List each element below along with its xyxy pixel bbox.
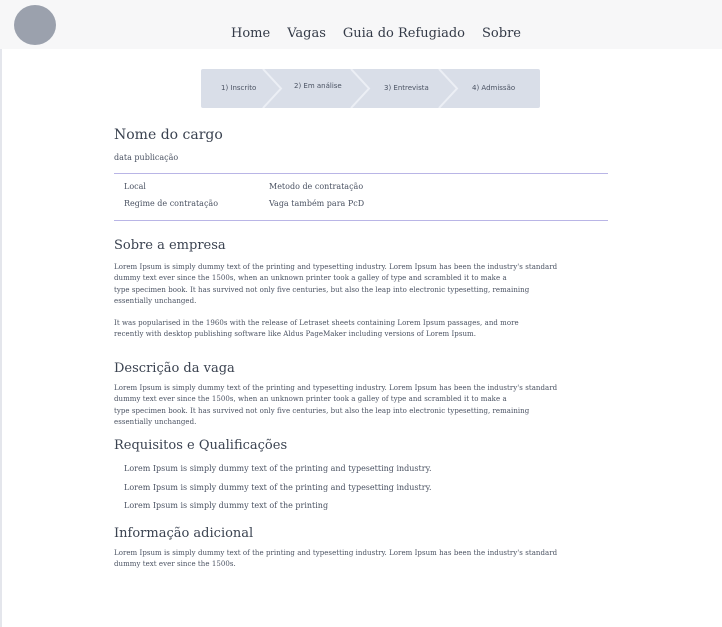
text-line: Lorem Ipsum is simply dummy text of the … <box>114 263 558 271</box>
text-line: It was popularised in the 1960s with the… <box>114 319 519 328</box>
job-title: Nome do cargo <box>114 127 223 143</box>
top-navbar: Home Vagas Guia do Refugiado Sobre <box>0 0 722 49</box>
info-regime-contratacao: Regime de contratação <box>124 199 219 208</box>
text-line: dummy text ever since the 1500s, when an… <box>114 395 507 404</box>
section-sobre-empresa: Sobre a empresa Lorem Ipsum is simply du… <box>114 238 608 341</box>
step-entrevista: 3) Entrevista <box>384 84 429 92</box>
section-requisitos: Requisitos e Qualificações Lorem Ipsum i… <box>114 438 608 516</box>
job-details: Nome do cargo data publicação Local Meto… <box>114 126 608 568</box>
text-line: Lorem Ipsum is simply dummy text of the … <box>114 549 558 557</box>
text-line: type specimen book. It has survived not … <box>114 406 530 415</box>
publication-date: data publicação <box>114 153 179 162</box>
step-em-analise: 2) Em análise <box>294 82 342 90</box>
section-informacao-adicional: Informação adicional Lorem Ipsum is simp… <box>114 526 608 571</box>
sobre-paragraph-1: Lorem Ipsum is simply dummy text of the … <box>114 262 608 307</box>
section-heading: Requisitos e Qualificações <box>114 438 288 453</box>
text-line: essentially unchanged. <box>114 296 197 305</box>
text-line: recently with desktop publishing softwar… <box>114 330 476 339</box>
main-nav: Home Vagas Guia do Refugiado Sobre <box>231 26 538 42</box>
nav-link-vagas[interactable]: Vagas <box>287 26 326 42</box>
nav-link-guia-do-refugiado[interactable]: Guia do Refugiado <box>343 26 465 42</box>
text-line: essentially unchanged. <box>114 417 197 426</box>
text-line: dummy text ever since the 1500s, when an… <box>114 274 507 283</box>
section-descricao-vaga: Descrição da vaga Lorem Ipsum is simply … <box>114 361 608 428</box>
list-item: Lorem Ipsum is simply dummy text of the … <box>124 482 432 492</box>
list-item: Lorem Ipsum is simply dummy text of the … <box>124 501 329 510</box>
text-line: Lorem Ipsum is simply dummy text of the … <box>114 384 558 392</box>
text-line: dummy text ever since the 1500s. <box>114 560 236 569</box>
nav-link-home[interactable]: Home <box>231 26 270 42</box>
job-info-panel: Local Metodo de contratação Regime de co… <box>114 173 608 221</box>
text-line: type specimen book. It has survived not … <box>114 285 530 294</box>
section-heading: Informação adicional <box>114 526 254 541</box>
nav-link-sobre[interactable]: Sobre <box>482 26 521 42</box>
step-inscrito: 1) Inscrito <box>221 84 257 92</box>
step-admissao: 4) Admissão <box>472 84 516 92</box>
section-heading: Sobre a empresa <box>114 238 226 253</box>
requisitos-list: Lorem Ipsum is simply dummy text of the … <box>114 460 608 516</box>
section-heading: Descrição da vaga <box>114 361 235 376</box>
list-item: Lorem Ipsum is simply dummy text of the … <box>124 464 432 473</box>
descricao-paragraph: Lorem Ipsum is simply dummy text of the … <box>114 383 608 428</box>
page-left-border <box>0 0 2 627</box>
application-status-stepper: 1) Inscrito 2) Em análise 3) Entrevista … <box>201 69 540 108</box>
sobre-paragraph-2: It was popularised in the 1960s with the… <box>114 318 608 341</box>
info-vaga-pcd: Vaga também para PcD <box>269 199 365 208</box>
info-metodo-contratacao: Metodo de contratação <box>269 182 364 191</box>
info-local: Local <box>124 182 146 191</box>
adicional-paragraph: Lorem Ipsum is simply dummy text of the … <box>114 548 608 571</box>
user-avatar[interactable] <box>14 5 56 45</box>
